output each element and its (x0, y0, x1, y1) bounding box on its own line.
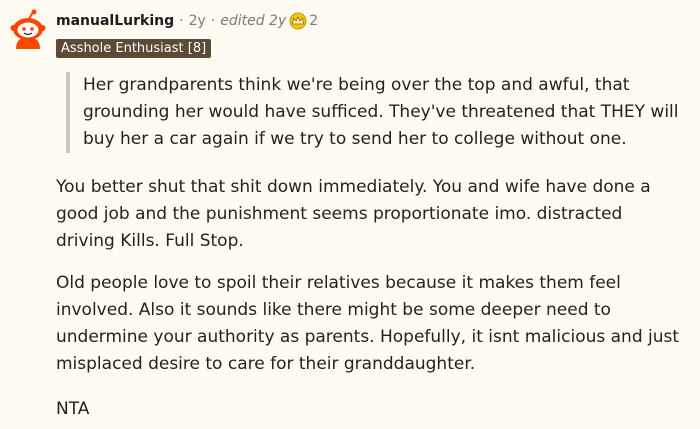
quoted-text: Her grandparents think we're being over … (66, 72, 693, 153)
comment: manualLurking · 2y · edited 2y 2 Asshole… (0, 0, 700, 429)
user-flair: Asshole Enthusiast [8] (56, 39, 212, 58)
comment-paragraph: Old people love to spoil their relatives… (56, 273, 680, 374)
edited-label: edited 2y (220, 13, 287, 29)
username-link[interactable]: manualLurking (56, 13, 174, 29)
separator-dot: · (179, 13, 184, 29)
gold-award-icon (289, 12, 307, 30)
award[interactable]: 2 (289, 12, 318, 30)
user-avatar[interactable] (10, 9, 46, 49)
comment-age[interactable]: 2y (189, 13, 206, 29)
comment-paragraph: NTA (56, 399, 90, 419)
comment-paragraph: You better shut that shit down immediate… (56, 177, 651, 251)
quote-paragraph: Her grandparents think we're being over … (83, 75, 679, 149)
comment-meta: manualLurking · 2y · edited 2y 2 (56, 11, 318, 31)
separator-dot: · (210, 13, 216, 29)
award-count: 2 (309, 13, 319, 29)
